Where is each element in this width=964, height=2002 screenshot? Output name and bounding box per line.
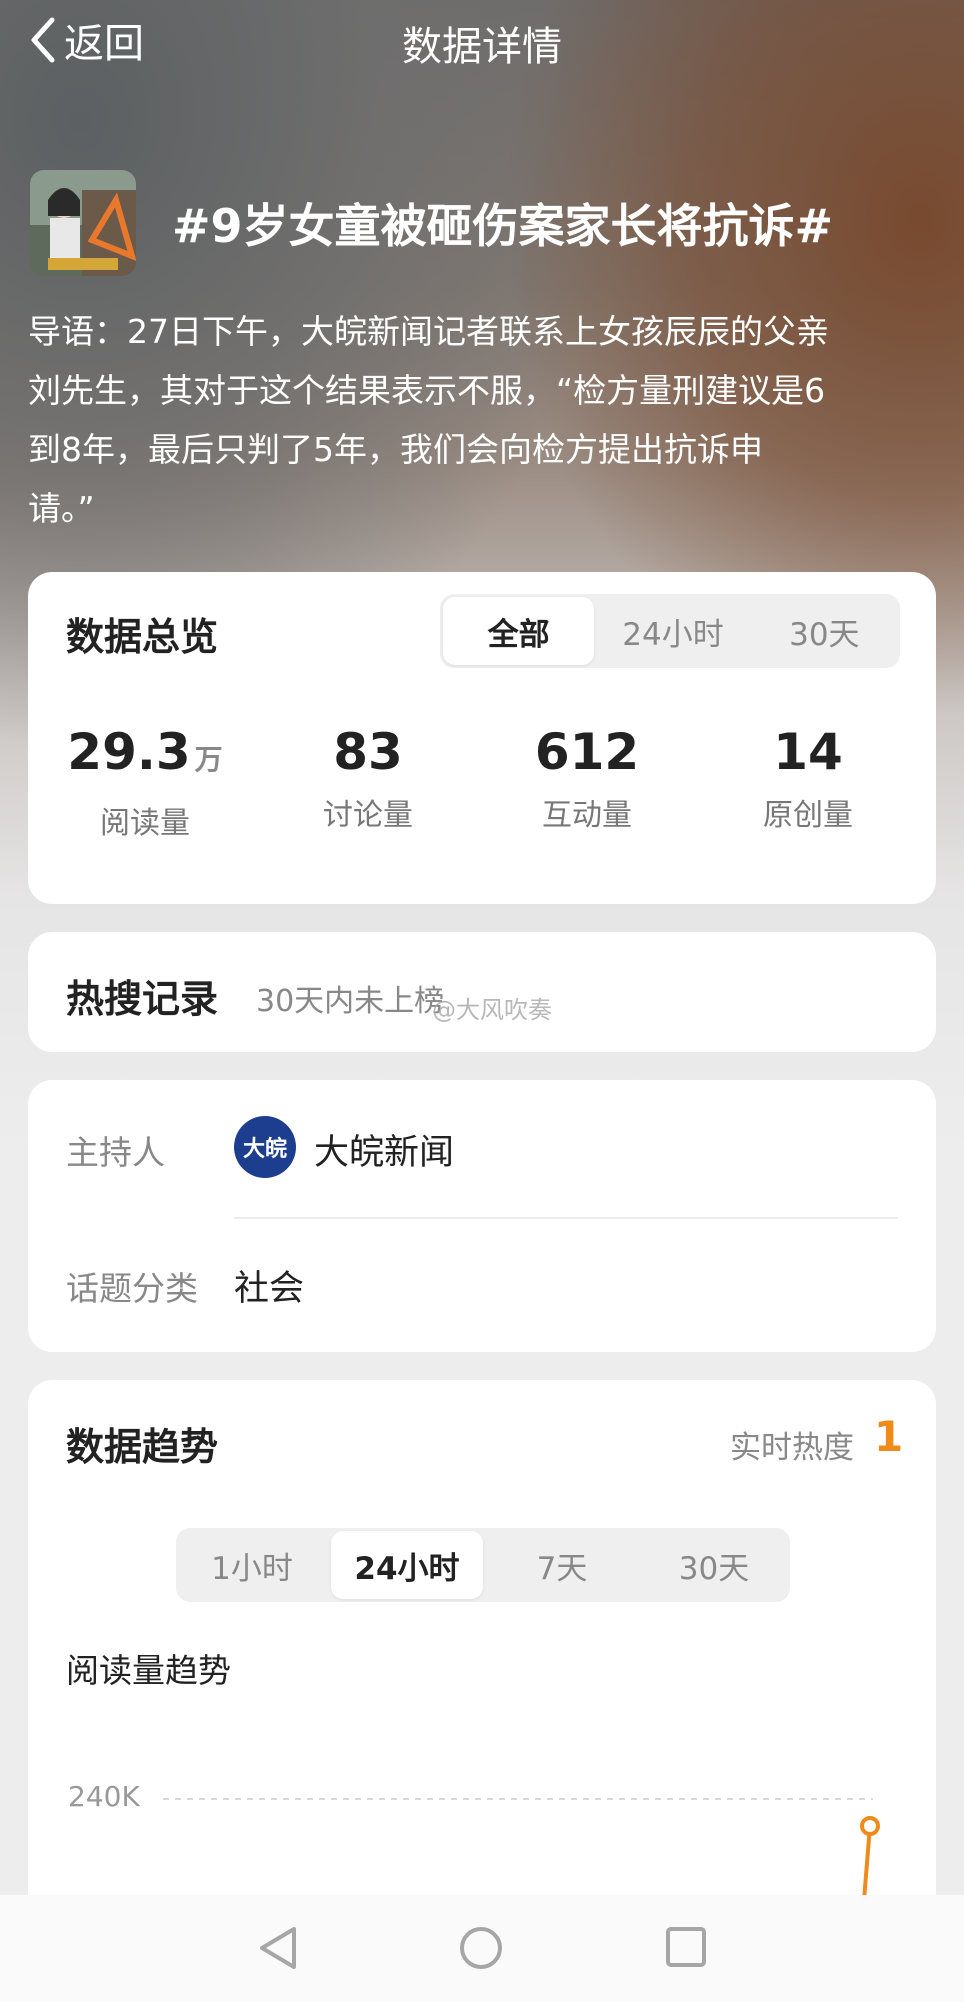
host-name[interactable]: 大皖新闻	[314, 1124, 454, 1175]
category-value: 社会	[234, 1269, 305, 1309]
topic-info-card: 主持人 大皖 大皖新闻 话题分类 社会	[28, 1080, 936, 1352]
hot-search-card[interactable]: 热搜记录 30天内未上榜 @大风吹奏	[28, 932, 936, 1052]
overview-card: 数据总览 全部 24小时 30天 29.3 万 阅读量 83 讨论量 612 互动…	[28, 572, 936, 904]
stat-discussions: 83 讨论量	[258, 722, 478, 834]
series-line	[862, 1825, 872, 1901]
stat-label: 阅读量	[100, 806, 190, 841]
stat-value: 14	[773, 723, 843, 781]
topic-intro: 导语：27日下午，大皖新闻记者联系上女孩辰辰的父亲 刘先生，其对于这个结果表示不…	[28, 302, 933, 538]
topic-thumbnail[interactable]	[30, 170, 136, 276]
watermark: @大风吹奏	[432, 996, 552, 1024]
intro-line: 到8年，最后只判了5年，我们会向检方提出抗诉申	[28, 430, 763, 469]
nav-recents-icon[interactable]	[664, 1925, 708, 1969]
host-avatar[interactable]: 大皖	[234, 1116, 296, 1178]
stat-value: 612	[534, 723, 640, 781]
intro-line: 请。”	[28, 489, 95, 528]
trend-card: 数据趋势 实时热度 1 1小时 24小时 7天 30天 阅读量趋势 240K	[28, 1380, 936, 1940]
stat-label: 互动量	[542, 798, 632, 833]
stat-reads: 29.3 万 阅读量	[35, 722, 255, 842]
stat-interactions: 612 互动量	[477, 722, 697, 834]
host-label: 主持人	[66, 1133, 165, 1172]
intro-line: 刘先生，其对于这个结果表示不服，“检方量刑建议是6	[28, 371, 826, 410]
stat-value: 83	[333, 723, 403, 781]
nav-home-icon[interactable]	[458, 1925, 504, 1971]
series-point	[860, 1816, 880, 1836]
divider	[234, 1217, 898, 1219]
stat-originals: 14 原创量	[698, 722, 918, 834]
hot-search-status: 30天内未上榜	[256, 984, 445, 1019]
stat-label: 原创量	[763, 798, 853, 833]
overview-title: 数据总览	[66, 615, 219, 659]
tab-30d[interactable]: 30天	[749, 594, 900, 668]
system-nav-bar	[0, 1895, 964, 2002]
intro-line: 导语：27日下午，大皖新闻记者联系上女孩辰辰的父亲	[28, 312, 829, 351]
hot-search-title: 热搜记录	[66, 977, 219, 1021]
nav-back-icon[interactable]	[256, 1925, 300, 1971]
topic-title: #9岁女童被砸伤案家长将抗诉#	[172, 199, 834, 253]
tab-24h[interactable]: 24小时	[597, 594, 748, 668]
page-title: 数据详情	[402, 24, 562, 70]
category-label: 话题分类	[66, 1269, 198, 1308]
stat-label: 讨论量	[323, 798, 413, 833]
overview-range-tabs: 全部 24小时 30天	[440, 594, 900, 668]
stat-value: 29.3	[67, 723, 191, 781]
stat-unit: 万	[194, 743, 223, 776]
tab-all[interactable]: 全部	[443, 597, 595, 665]
trend-chart	[163, 1798, 880, 1901]
